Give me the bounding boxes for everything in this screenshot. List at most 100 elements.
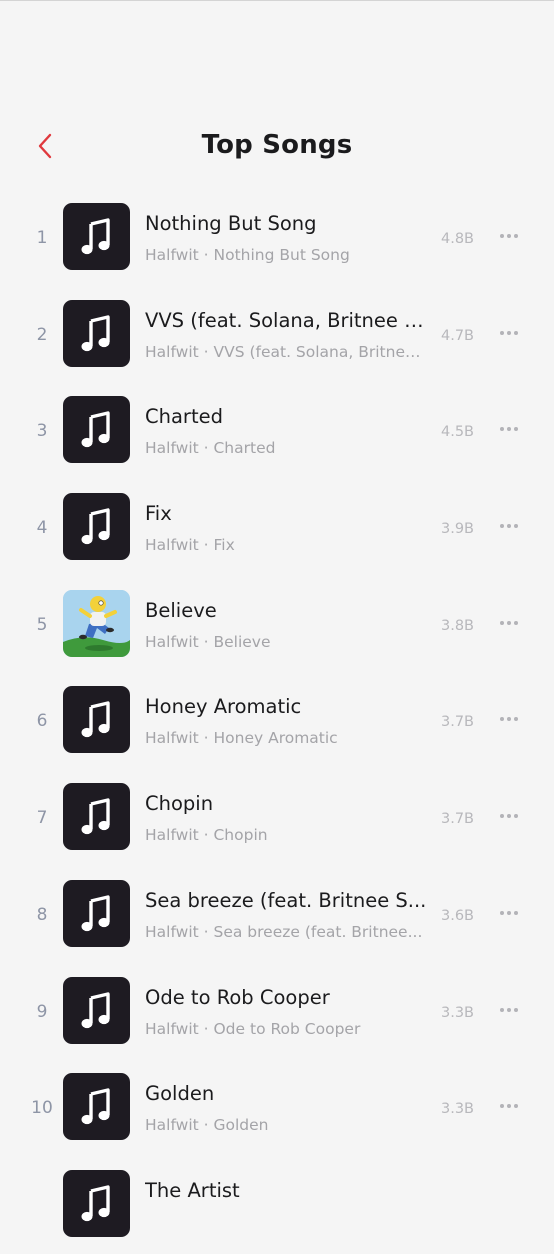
song-rank: 7 (36, 808, 48, 829)
song-title: Sea breeze (feat. Britnee S... (145, 888, 427, 912)
more-options-button[interactable] (496, 228, 522, 246)
more-horizontal-icon (514, 910, 518, 915)
song-rank: 10 (31, 1098, 53, 1119)
more-horizontal-icon (507, 620, 511, 625)
more-horizontal-icon (514, 234, 518, 238)
more-options-button[interactable] (496, 325, 522, 343)
more-horizontal-icon (507, 717, 511, 722)
more-options-button[interactable] (496, 615, 522, 633)
song-rank: 2 (36, 324, 48, 345)
more-horizontal-icon (507, 1104, 511, 1109)
more-options-button[interactable] (496, 711, 522, 729)
song-artwork (63, 396, 130, 464)
more-horizontal-icon (507, 524, 511, 529)
more-horizontal-icon (507, 1007, 511, 1012)
more-horizontal-icon (514, 717, 518, 722)
song-title: Golden (145, 1082, 215, 1106)
play-count: 4.5B (440, 424, 474, 441)
more-options-button[interactable] (496, 808, 522, 826)
song-row[interactable]: 9 Ode to Rob Cooper Halfwit · Ode to Rob C… (0, 964, 554, 1061)
more-options-button[interactable] (496, 518, 522, 536)
song-title: Chopin (145, 792, 214, 816)
song-rank: 6 (36, 711, 48, 732)
song-rank: 1 (36, 228, 48, 248)
song-artwork (63, 783, 130, 851)
more-horizontal-icon (514, 1104, 518, 1109)
song-list: 1 Nothing But Song Halfwit · Nothing But S… (0, 190, 554, 1254)
song-subtitle: Halfwit · Fix (145, 536, 235, 555)
song-title: Honey Aromatic (145, 695, 302, 719)
cartoon-character-image (63, 589, 130, 657)
song-subtitle: Halfwit · Nothing But Song (145, 246, 350, 264)
more-horizontal-icon (514, 427, 518, 432)
song-rank: 8 (36, 904, 48, 925)
more-horizontal-icon (500, 814, 504, 819)
song-rank: 9 (36, 1001, 48, 1022)
song-subtitle: Halfwit · Charted (145, 439, 276, 458)
more-options-button[interactable] (496, 905, 522, 923)
play-count: 3.3B (440, 1101, 474, 1118)
song-rank: 4 (36, 518, 48, 539)
more-horizontal-icon (500, 910, 504, 915)
play-count: 3.9B (440, 521, 474, 538)
more-horizontal-icon (514, 330, 518, 335)
song-subtitle: Halfwit · Honey Aromatic (145, 729, 338, 748)
play-count: 3.3B (440, 1004, 474, 1021)
song-title: Believe (145, 598, 217, 622)
play-count: 3.7B (440, 811, 474, 828)
song-row[interactable]: 1 Nothing But Song Halfwit · Nothing But S… (0, 190, 554, 287)
more-options-button[interactable] (496, 421, 522, 439)
song-subtitle: Halfwit · Sea breeze (feat. Britnee... (145, 922, 423, 941)
more-horizontal-icon (514, 524, 518, 529)
song-title: The Artist (145, 1178, 240, 1202)
song-subtitle: Halfwit · Golden (145, 1116, 269, 1135)
music-note-icon (81, 411, 110, 448)
song-row[interactable]: 8 Sea breeze (feat. Britnee S... Halfwit ·… (0, 867, 554, 964)
song-artwork (63, 879, 130, 947)
song-artwork (63, 1169, 130, 1237)
song-row[interactable]: 5 Believe Halfwit · Believe 3.8B (0, 577, 554, 674)
song-rank: 3 (36, 421, 48, 442)
song-subtitle: Halfwit · Chopin (145, 826, 268, 845)
music-note-icon (81, 701, 110, 738)
song-title: Ode to Rob Cooper (145, 985, 330, 1009)
song-artwork (63, 686, 130, 754)
music-note-icon (81, 1088, 110, 1125)
more-horizontal-icon (507, 910, 511, 915)
music-note-icon (81, 314, 110, 351)
song-row[interactable]: 3 Charted Halfwit · Charted 4.5B (0, 383, 554, 480)
song-row[interactable]: 6 Honey Aromatic Halfwit · Honey Aromatic 3… (0, 673, 554, 770)
play-count: 3.7B (440, 714, 474, 731)
top-divider (0, 0, 554, 1)
song-title: Charted (145, 405, 223, 429)
song-artwork (63, 976, 130, 1044)
song-row[interactable]: The Artist (0, 1157, 554, 1254)
more-options-button[interactable] (496, 1002, 522, 1020)
more-horizontal-icon (514, 1007, 518, 1012)
more-horizontal-icon (514, 620, 518, 625)
song-row[interactable]: 4 Fix Halfwit · Fix 3.9B (0, 480, 554, 577)
song-subtitle: Halfwit · Believe (145, 632, 271, 651)
more-horizontal-icon (500, 717, 504, 722)
more-horizontal-icon (500, 234, 504, 238)
more-horizontal-icon (507, 427, 511, 432)
song-title: Fix (145, 502, 172, 526)
more-horizontal-icon (507, 330, 511, 335)
music-note-icon (81, 508, 110, 545)
song-artwork (63, 493, 130, 561)
music-note-icon (81, 218, 110, 255)
song-row[interactable]: 2 VVS (feat. Solana, Britnee S... Halfwit … (0, 287, 554, 384)
more-horizontal-icon (507, 814, 511, 819)
more-options-button[interactable] (496, 1098, 522, 1116)
song-title: Nothing But Song (145, 212, 317, 235)
play-count: 3.8B (440, 617, 474, 634)
song-artwork (63, 589, 130, 657)
more-horizontal-icon (514, 814, 518, 819)
song-row[interactable]: 7 Chopin Halfwit · Chopin 3.7B (0, 770, 554, 867)
more-horizontal-icon (500, 524, 504, 529)
song-artwork (63, 203, 130, 270)
music-note-icon (81, 991, 110, 1028)
song-row[interactable]: 10 Golden Halfwit · Golden 3.3B (0, 1060, 554, 1157)
song-rank: 5 (36, 614, 48, 635)
song-artwork (63, 1073, 130, 1141)
